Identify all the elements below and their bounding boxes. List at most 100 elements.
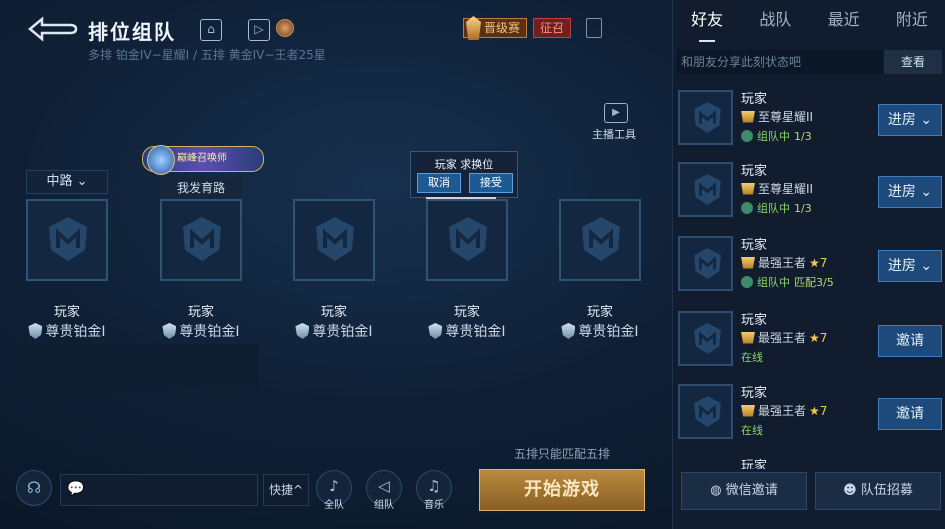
- friend-status: 组队中 1/3: [741, 200, 812, 216]
- friend-rank: 至尊星耀II: [741, 180, 813, 197]
- home-icon[interactable]: ⌂: [200, 19, 222, 41]
- team-status-icon: [741, 130, 753, 142]
- friend-name: 玩家: [741, 164, 768, 179]
- wechat-invite-button[interactable]: ◍ 微信邀请: [681, 472, 807, 510]
- friend-name: 玩家: [741, 92, 768, 107]
- role-select-dropdown[interactable]: 中路 ⌄: [26, 170, 108, 194]
- streamer-tools-label[interactable]: 主播工具: [592, 126, 636, 142]
- promotion-match-tag[interactable]: 晋级赛: [463, 16, 528, 40]
- team-recruit-button[interactable]: ☻ 队伍招募: [815, 472, 941, 510]
- hero-avatar-icon[interactable]: [276, 19, 294, 37]
- player-name: 玩家: [586, 305, 613, 320]
- exit-door-icon[interactable]: [586, 18, 602, 38]
- view-button[interactable]: 查看: [884, 50, 942, 74]
- invite-button[interactable]: 邀请: [878, 398, 942, 430]
- player-rank: 尊贵铂金I: [136, 321, 266, 341]
- star-count: ★7: [809, 330, 828, 345]
- swap-request-title: 玩家 求换位: [434, 158, 494, 171]
- draft-mode-tag[interactable]: 征召: [533, 18, 572, 38]
- helmet-icon: [694, 396, 721, 427]
- friend-rank: 最强王者 ★7: [741, 329, 827, 346]
- player-slot-avatar[interactable]: [293, 199, 375, 281]
- player-rank: 尊贵铂金I: [2, 321, 132, 341]
- helmet-icon: [183, 217, 221, 261]
- friend-avatar: [678, 384, 733, 439]
- friend-status: 在线: [741, 351, 763, 364]
- join-room-button[interactable]: 进房 ⌄: [878, 176, 942, 208]
- player-rank: 尊贵铂金I: [269, 321, 399, 341]
- friend-name: 玩家: [741, 238, 768, 253]
- helmet-icon: [694, 323, 721, 354]
- quick-message-button[interactable]: 快捷^: [263, 474, 309, 506]
- platinum-rank-icon: [162, 323, 177, 339]
- cancel-button[interactable]: 取消: [417, 173, 461, 193]
- friend-status: 组队中 匹配3/5: [741, 274, 834, 290]
- player-name: 玩家: [187, 305, 214, 320]
- player-slot-avatar[interactable]: [26, 199, 108, 281]
- team-status-icon: [741, 276, 753, 288]
- rank-range-subtitle: 多排 铂金IV−星耀I / 五排 黄金IV−王者25星: [88, 48, 326, 62]
- replay-icon[interactable]: ▷: [248, 19, 270, 41]
- friend-row-partial: 玩家: [673, 455, 945, 469]
- friend-row[interactable]: 玩家 至尊星耀II 组队中 1/3 进房 ⌄: [673, 86, 945, 154]
- player-name: 玩家: [320, 305, 347, 320]
- page-title: 排位组队: [88, 20, 176, 44]
- accept-button[interactable]: 接受: [469, 173, 513, 193]
- wechat-icon: ◍: [710, 483, 726, 498]
- recruit-people-icon: ☻: [843, 483, 861, 498]
- helmet-icon: [694, 102, 721, 133]
- back-arrow-icon[interactable]: [26, 14, 78, 44]
- friend-status: 组队中 1/3: [741, 128, 812, 144]
- player-slot-avatar[interactable]: [559, 199, 641, 281]
- invite-button[interactable]: 邀请: [878, 325, 942, 357]
- voice-music-label: 音乐: [424, 500, 444, 511]
- friend-avatar: [678, 90, 733, 145]
- medal-icon: [466, 16, 481, 40]
- star-count: ★7: [809, 403, 828, 418]
- player-rank: 尊贵铂金I: [402, 321, 532, 341]
- swap-timer-bar: [426, 197, 496, 199]
- player-slot-avatar[interactable]: [160, 199, 242, 281]
- friend-avatar: [678, 236, 733, 291]
- lane-label: 我发育路: [160, 177, 242, 199]
- status-share-input[interactable]: 和朋友分享此刻状态吧: [677, 50, 883, 74]
- friend-rank: 至尊星耀II: [741, 108, 813, 125]
- team-status-icon: [741, 202, 753, 214]
- platinum-rank-icon: [428, 323, 443, 339]
- star-rank-icon: [741, 182, 755, 195]
- voice-all-label: 全队: [324, 500, 344, 511]
- friend-avatar: [678, 162, 733, 217]
- platinum-rank-icon: [28, 323, 43, 339]
- tv-play-icon[interactable]: ▶: [604, 103, 628, 123]
- friend-name: 玩家: [741, 386, 768, 401]
- friend-rank: 最强王者 ★7: [741, 402, 827, 419]
- player-slot-avatar[interactable]: [426, 199, 508, 281]
- friend-row[interactable]: 玩家 最强王者 ★7 组队中 匹配3/5 进房 ⌄: [673, 232, 945, 300]
- friends-tabs: 好友 战队 最近 附近: [673, 0, 945, 44]
- platinum-rank-icon: [295, 323, 310, 339]
- friend-row[interactable]: 玩家 至尊星耀II 组队中 1/3 进房 ⌄: [673, 158, 945, 226]
- helmet-icon: [449, 217, 487, 261]
- voice-chat-icon[interactable]: ☊: [16, 470, 52, 506]
- king-rank-icon: [741, 404, 755, 417]
- tab-nearby[interactable]: 附近: [878, 0, 945, 44]
- tab-friends[interactable]: 好友: [673, 0, 741, 44]
- helmet-icon: [316, 217, 354, 261]
- info-panel-background: [26, 344, 258, 387]
- player-rank: 尊贵铂金I: [535, 321, 665, 341]
- start-game-button[interactable]: 开始游戏: [479, 469, 645, 511]
- platinum-rank-icon: [561, 323, 576, 339]
- voice-team-label: 组队: [374, 500, 394, 511]
- join-room-button[interactable]: 进房 ⌄: [878, 104, 942, 136]
- join-room-button[interactable]: 进房 ⌄: [878, 250, 942, 282]
- tab-clan[interactable]: 战队: [741, 0, 809, 44]
- chat-input[interactable]: 💬: [60, 474, 258, 506]
- helmet-icon: [694, 174, 721, 205]
- peak-summoner-badge: 巅峰召唤师: [142, 145, 264, 175]
- helmet-icon: [582, 217, 620, 261]
- match-hint: 五排只能匹配五排: [513, 447, 610, 461]
- helmet-icon: [49, 217, 87, 261]
- tab-recent[interactable]: 最近: [810, 0, 878, 44]
- friend-row[interactable]: 玩家 最强王者 ★7 在线 邀请: [673, 307, 945, 375]
- friend-row[interactable]: 玩家 最强王者 ★7 在线 邀请: [673, 380, 945, 448]
